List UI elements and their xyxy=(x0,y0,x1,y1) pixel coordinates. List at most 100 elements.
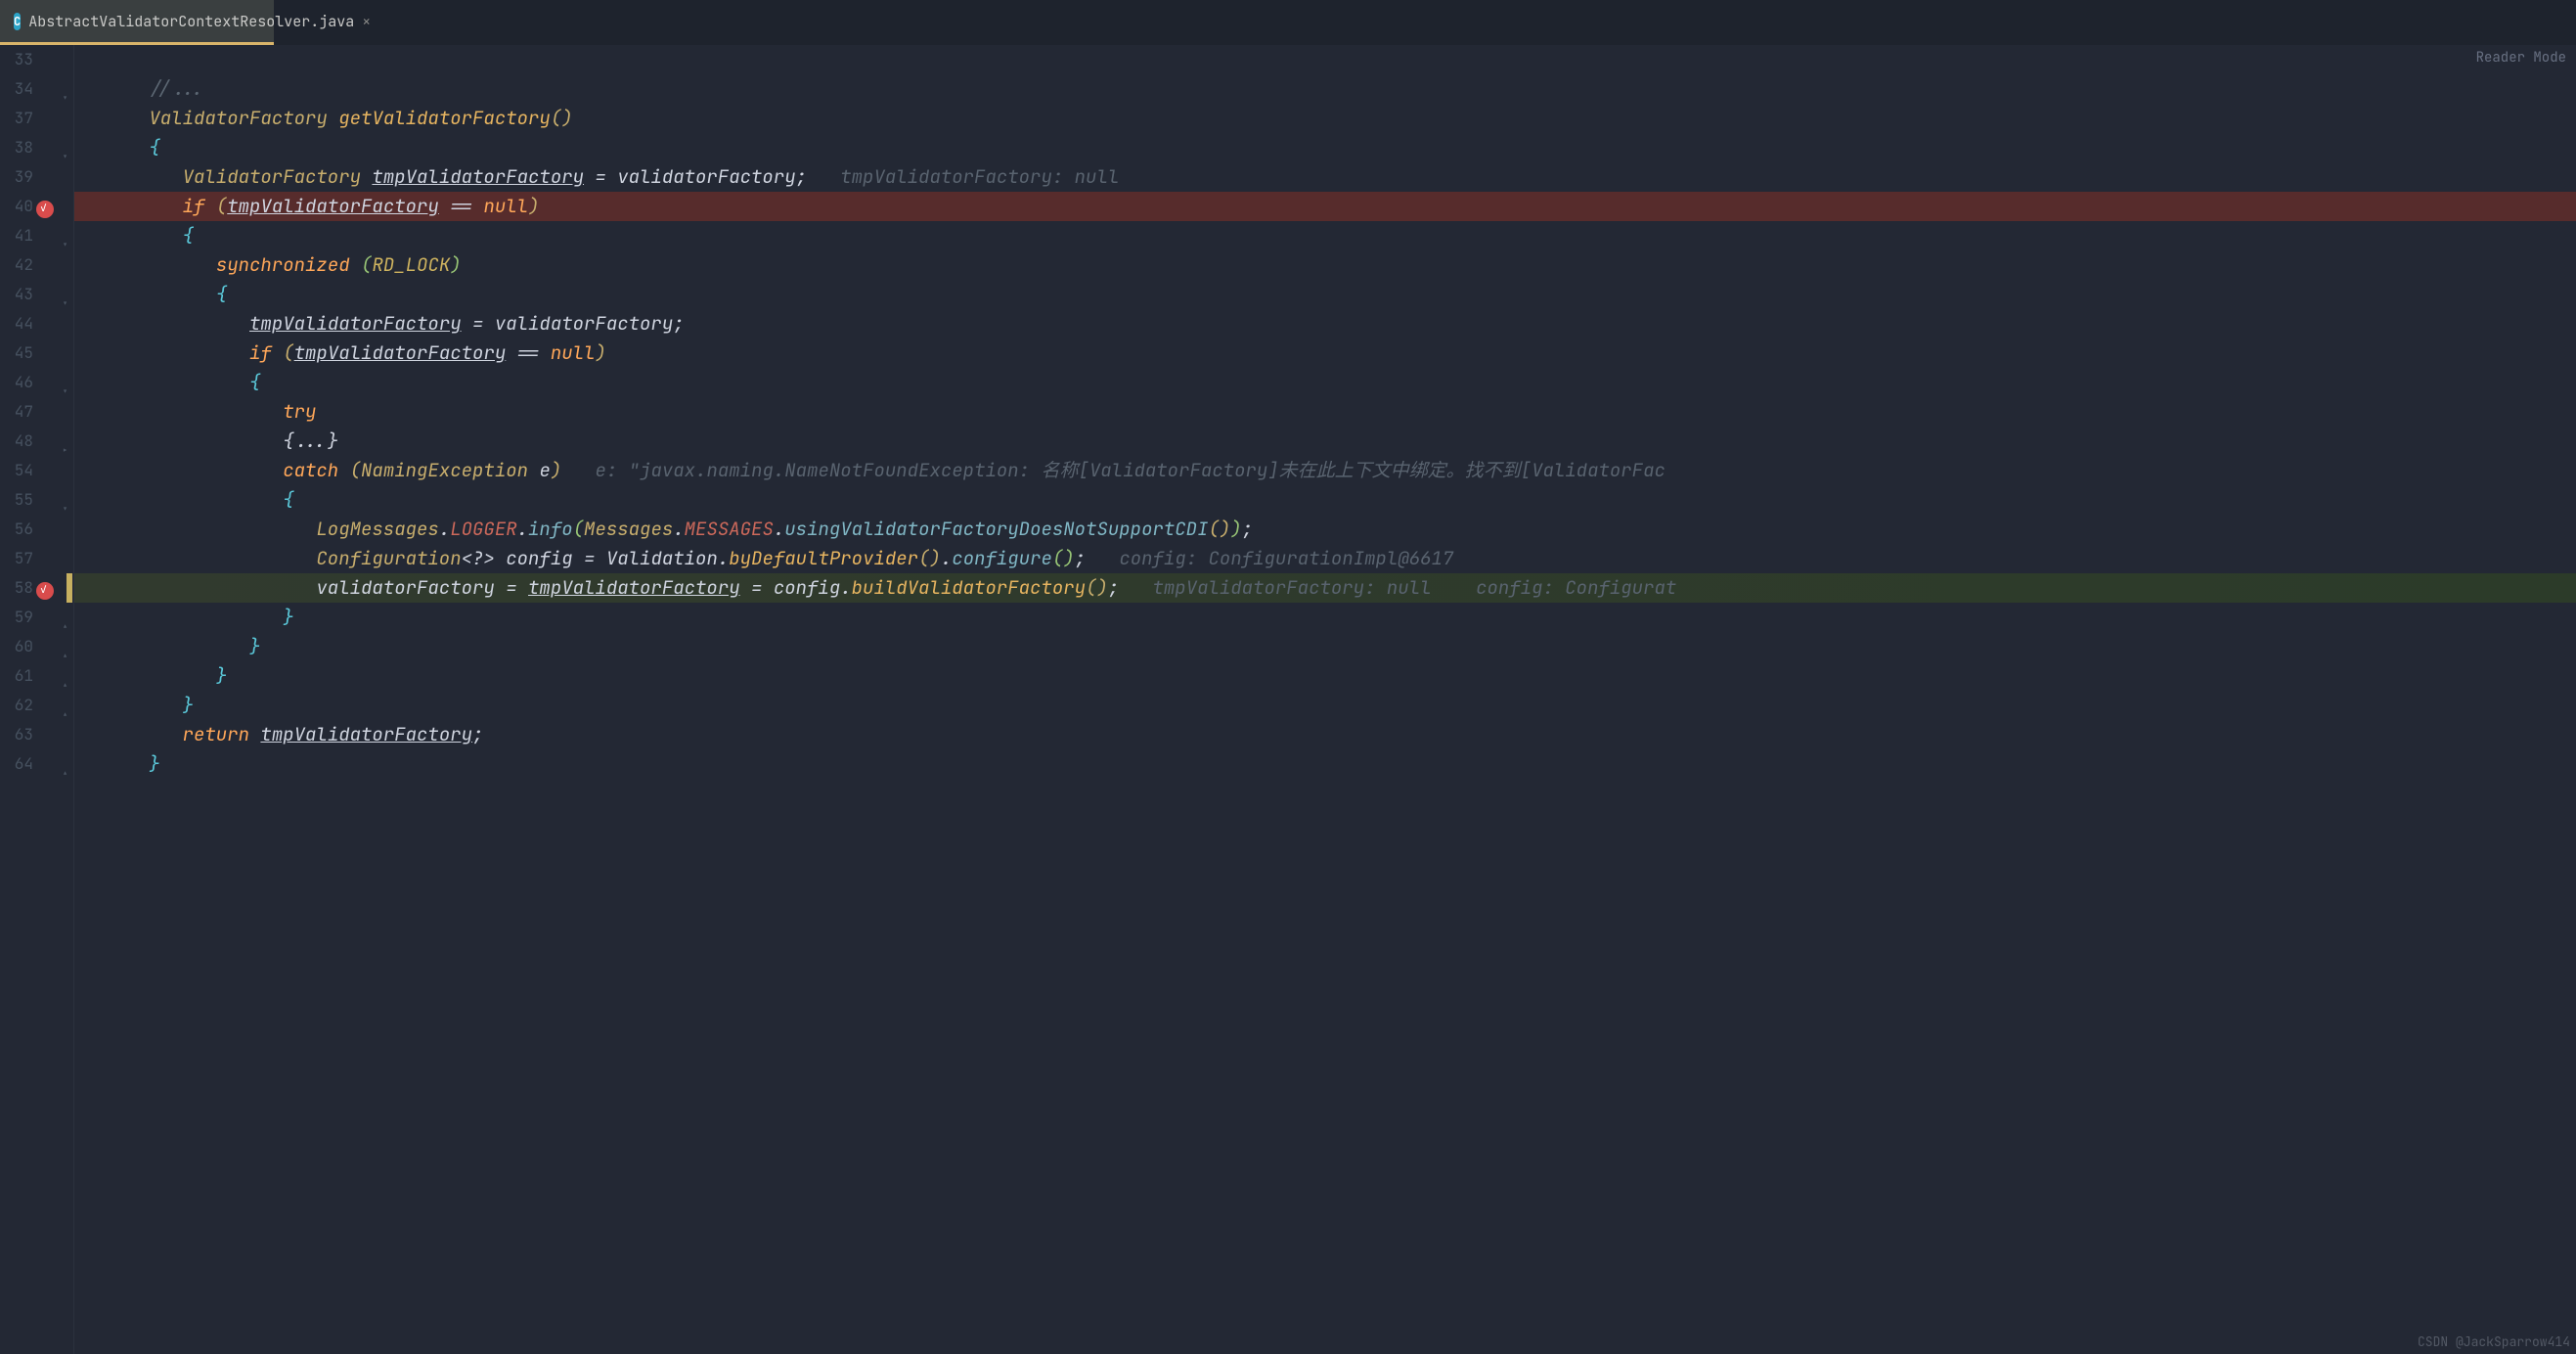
editor-tab[interactable]: C AbstractValidatorContextResolver.java … xyxy=(0,0,274,45)
code-line[interactable]: Configuration<?> config = Validation.byD… xyxy=(82,544,2576,573)
fold-slot[interactable] xyxy=(57,515,73,544)
code-line[interactable]: ValidatorFactory getValidatorFactory() xyxy=(82,104,2576,133)
fold-slot[interactable] xyxy=(57,162,73,192)
line-number[interactable]: 38 xyxy=(0,133,33,162)
code-line[interactable]: if (tmpValidatorFactory == null) xyxy=(82,338,2576,368)
close-icon[interactable]: × xyxy=(362,12,371,31)
line-number[interactable]: 61 xyxy=(0,661,33,691)
code-line[interactable]: { xyxy=(82,221,2576,250)
line-number[interactable]: 54 xyxy=(0,456,33,485)
line-number[interactable]: 41 xyxy=(0,221,33,250)
code-line[interactable]: ValidatorFactory tmpValidatorFactory = v… xyxy=(82,162,2576,192)
breakpoint-slot[interactable] xyxy=(33,427,57,456)
breakpoint-slot[interactable] xyxy=(33,720,57,749)
fold-slot[interactable] xyxy=(57,456,73,485)
fold-slot[interactable]: ▾ xyxy=(57,368,73,397)
breakpoint-slot[interactable] xyxy=(33,749,57,779)
breakpoint-slot[interactable] xyxy=(33,661,57,691)
breakpoint-slot[interactable] xyxy=(33,603,57,632)
code-line[interactable]: synchronized (RD_LOCK) xyxy=(82,250,2576,280)
code-line[interactable]: } xyxy=(82,603,2576,632)
fold-slot[interactable] xyxy=(57,45,73,74)
fold-slot[interactable]: ▸ xyxy=(57,427,73,456)
code-editor[interactable]: 3334373839404142434445464748545556575859… xyxy=(0,45,2576,1354)
line-number[interactable]: 47 xyxy=(0,397,33,427)
line-number[interactable]: 37 xyxy=(0,104,33,133)
code-line[interactable] xyxy=(82,45,2576,74)
line-number[interactable]: 60 xyxy=(0,632,33,661)
code-line[interactable]: } xyxy=(82,632,2576,661)
breakpoint-gutter[interactable] xyxy=(33,45,57,1354)
fold-slot[interactable]: ▾ xyxy=(57,280,73,309)
line-number[interactable]: 57 xyxy=(0,544,33,573)
code-line[interactable]: try xyxy=(82,397,2576,427)
code-line[interactable]: LogMessages.LOGGER.info(Messages.MESSAGE… xyxy=(82,515,2576,544)
breakpoint-icon[interactable] xyxy=(36,582,54,600)
code-line[interactable]: } xyxy=(82,661,2576,691)
breakpoint-slot[interactable] xyxy=(33,632,57,661)
fold-slot[interactable]: ▾ xyxy=(57,74,73,104)
code-line[interactable]: catch (NamingException e) e: "javax.nami… xyxy=(82,456,2576,485)
breakpoint-slot[interactable] xyxy=(33,456,57,485)
line-number[interactable]: 56 xyxy=(0,515,33,544)
breakpoint-slot[interactable] xyxy=(33,74,57,104)
breakpoint-slot[interactable] xyxy=(33,250,57,280)
breakpoint-slot[interactable] xyxy=(33,397,57,427)
line-number[interactable]: 44 xyxy=(0,309,33,338)
breakpoint-slot[interactable] xyxy=(33,515,57,544)
code-line[interactable]: } xyxy=(82,749,2576,779)
fold-slot[interactable]: ▾ xyxy=(57,485,73,515)
breakpoint-slot[interactable] xyxy=(33,45,57,74)
fold-slot[interactable] xyxy=(57,397,73,427)
code-line[interactable]: { xyxy=(82,485,2576,515)
code-line[interactable]: return tmpValidatorFactory; xyxy=(82,720,2576,749)
fold-icon[interactable]: ▴ xyxy=(57,759,73,789)
code-line[interactable]: { xyxy=(82,368,2576,397)
line-number[interactable]: 46 xyxy=(0,368,33,397)
line-number[interactable]: 48 xyxy=(0,427,33,456)
breakpoint-slot[interactable] xyxy=(33,162,57,192)
fold-slot[interactable]: ▴ xyxy=(57,749,73,779)
fold-slot[interactable] xyxy=(57,192,73,221)
line-number-gutter[interactable]: 3334373839404142434445464748545556575859… xyxy=(0,45,33,1354)
line-number[interactable]: 59 xyxy=(0,603,33,632)
line-number[interactable]: 64 xyxy=(0,749,33,779)
code-line[interactable]: tmpValidatorFactory = validatorFactory; xyxy=(82,309,2576,338)
line-number[interactable]: 55 xyxy=(0,485,33,515)
breakpoint-slot[interactable] xyxy=(33,280,57,309)
fold-slot[interactable] xyxy=(57,309,73,338)
fold-gutter[interactable]: ▾▾▾▾▾▸▾▴▴▴▴▴ xyxy=(57,45,74,1354)
code-line[interactable]: { xyxy=(82,280,2576,309)
breakpoint-slot[interactable] xyxy=(33,309,57,338)
fold-slot[interactable]: ▾ xyxy=(57,133,73,162)
fold-slot[interactable] xyxy=(57,250,73,280)
breakpoint-slot[interactable] xyxy=(33,368,57,397)
fold-slot[interactable] xyxy=(57,104,73,133)
code-line[interactable]: //... xyxy=(82,74,2576,104)
fold-slot[interactable]: ▴ xyxy=(57,603,73,632)
code-line[interactable]: } xyxy=(82,691,2576,720)
code-line[interactable]: { xyxy=(82,133,2576,162)
fold-slot[interactable]: ▴ xyxy=(57,691,73,720)
line-number[interactable]: 45 xyxy=(0,338,33,368)
breakpoint-slot[interactable] xyxy=(33,192,57,221)
code-line[interactable]: validatorFactory = tmpValidatorFactory =… xyxy=(74,573,2576,603)
breakpoint-slot[interactable] xyxy=(33,573,57,603)
code-line[interactable]: if (tmpValidatorFactory == null) xyxy=(74,192,2576,221)
breakpoint-slot[interactable] xyxy=(33,338,57,368)
line-number[interactable]: 58 xyxy=(0,573,33,603)
breakpoint-slot[interactable] xyxy=(33,485,57,515)
line-number[interactable]: 43 xyxy=(0,280,33,309)
breakpoint-slot[interactable] xyxy=(33,691,57,720)
breakpoint-icon[interactable] xyxy=(36,201,54,218)
line-number[interactable]: 42 xyxy=(0,250,33,280)
breakpoint-slot[interactable] xyxy=(33,544,57,573)
fold-slot[interactable]: ▴ xyxy=(57,661,73,691)
line-number[interactable]: 62 xyxy=(0,691,33,720)
line-number[interactable]: 63 xyxy=(0,720,33,749)
line-number[interactable]: 34 xyxy=(0,74,33,104)
breakpoint-slot[interactable] xyxy=(33,221,57,250)
fold-slot[interactable] xyxy=(57,544,73,573)
line-number[interactable]: 40 xyxy=(0,192,33,221)
code-line[interactable]: {...} xyxy=(82,427,2576,456)
